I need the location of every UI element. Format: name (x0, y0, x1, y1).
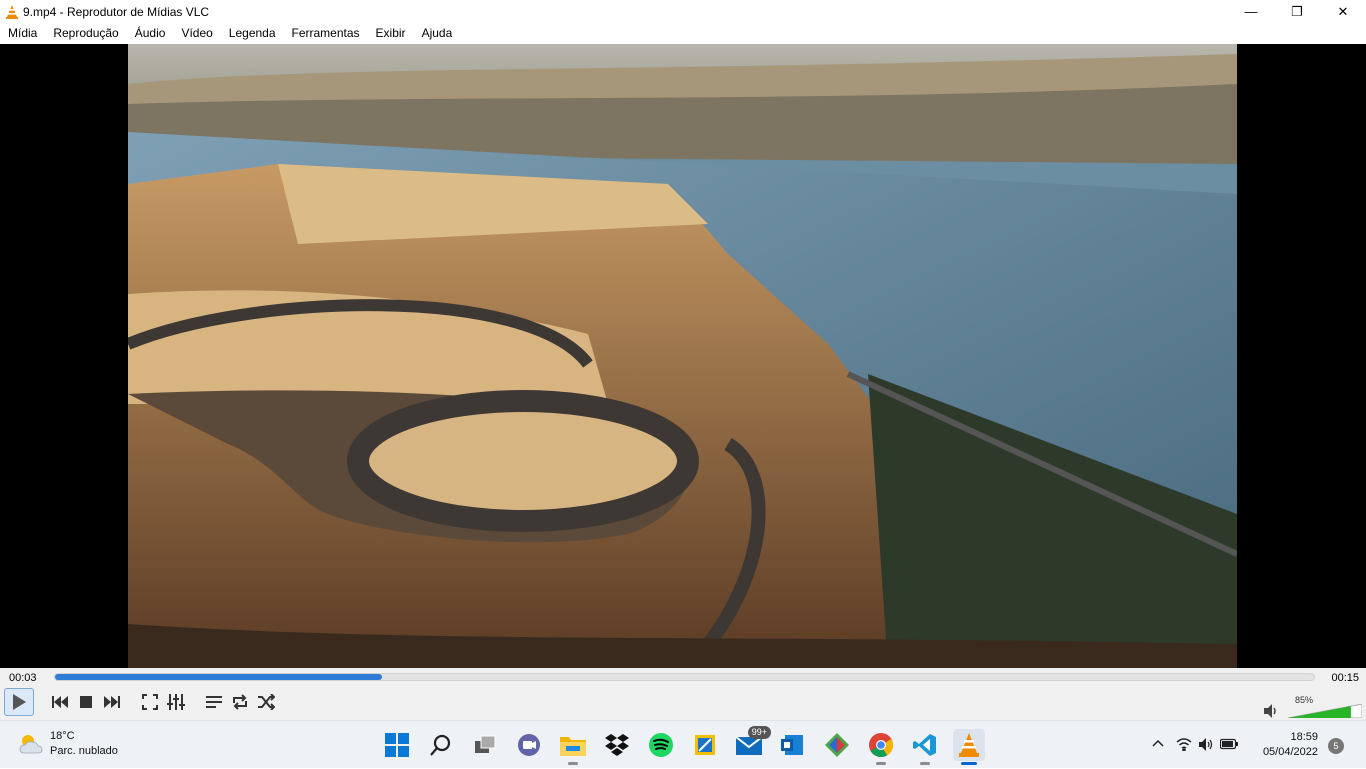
clock-time: 18:59 (1290, 731, 1318, 743)
search-button[interactable] (425, 729, 457, 761)
git-button[interactable] (821, 729, 853, 761)
taskbar: 18°C Parc. nublado 99+ 18:59 05/04/2022 … (0, 720, 1366, 768)
task-view-icon (475, 735, 496, 753)
speaker-icon[interactable] (1264, 704, 1280, 718)
weather-temperature: 18°C (50, 730, 75, 742)
fullscreen-icon (142, 694, 158, 710)
seek-bar-progress (55, 674, 383, 680)
video-area[interactable] (0, 44, 1366, 668)
maximize-button[interactable]: ❐ (1274, 0, 1320, 23)
start-button[interactable] (381, 729, 413, 761)
outlook-icon (781, 735, 803, 755)
loop-icon (233, 694, 247, 710)
title-bar: 9.mp4 - Reprodutor de Mídias VLC — ❐ ✕ (0, 0, 1366, 23)
extended-settings-icon (167, 694, 185, 710)
play-button[interactable] (4, 688, 34, 716)
git-icon (825, 733, 849, 757)
chrome-icon (869, 733, 893, 757)
search-icon (430, 734, 451, 756)
previous-icon (52, 696, 68, 708)
clock-date: 05/04/2022 (1262, 746, 1318, 758)
menu-legenda[interactable]: Legenda (221, 23, 284, 44)
teams-chat-button[interactable] (513, 729, 545, 761)
running-indicator-active (961, 762, 977, 765)
file-explorer-icon (560, 737, 586, 756)
menu-ajuda[interactable]: Ajuda (414, 23, 461, 44)
playlist-button[interactable] (202, 690, 226, 714)
chevron-up-icon[interactable] (1152, 739, 1164, 747)
playlist-icon (206, 696, 222, 708)
running-indicator (876, 762, 886, 765)
windows-start-icon (385, 733, 409, 757)
close-button[interactable]: ✕ (1320, 0, 1366, 23)
file-explorer-button[interactable] (557, 729, 589, 765)
video-frame[interactable] (128, 44, 1237, 668)
shuffle-icon (258, 694, 275, 710)
menu-audio[interactable]: Áudio (127, 23, 174, 44)
menu-exibir[interactable]: Exibir (368, 23, 414, 44)
battery-icon[interactable] (1220, 738, 1238, 750)
menu-midia[interactable]: Mídia (0, 23, 45, 44)
seek-bar[interactable] (54, 673, 1315, 681)
total-time: 00:15 (1331, 672, 1359, 684)
video-landscape-image (128, 44, 1237, 668)
volume-icon[interactable] (1199, 738, 1214, 751)
menu-reproducao[interactable]: Reprodução (45, 23, 126, 44)
mail-unread-badge: 99+ (747, 726, 771, 739)
loop-button[interactable] (228, 690, 252, 714)
playback-controls: 00:03 00:15 85% (0, 668, 1366, 720)
weather-description: Parc. nublado (50, 745, 118, 757)
outlook-button[interactable] (777, 729, 809, 761)
menu-video[interactable]: Vídeo (173, 23, 220, 44)
teams-chat-icon (518, 734, 540, 756)
vscode-icon (913, 734, 936, 756)
previous-button[interactable] (48, 690, 72, 714)
dropbox-button[interactable] (601, 729, 633, 761)
weather-widget[interactable]: 18°C Parc. nublado (18, 729, 118, 759)
stop-icon (80, 696, 92, 708)
window-title: 9.mp4 - Reprodutor de Mídias VLC (23, 4, 210, 19)
spotify-icon (649, 733, 673, 757)
window-controls: — ❐ ✕ (1228, 0, 1366, 23)
vscode-button[interactable] (909, 729, 941, 765)
running-indicator (568, 762, 578, 765)
spotify-button[interactable] (645, 729, 677, 761)
play-icon (13, 694, 26, 710)
vlc-taskbar-button[interactable] (953, 729, 985, 765)
dropbox-icon (605, 734, 629, 756)
next-button[interactable] (100, 690, 124, 714)
volume-slider[interactable] (1288, 704, 1362, 718)
stop-button[interactable] (74, 690, 98, 714)
extended-settings-button[interactable] (164, 690, 188, 714)
menu-bar: Mídia Reprodução Áudio Vídeo Legenda Fer… (0, 23, 1366, 44)
elapsed-time: 00:03 (9, 672, 37, 684)
vlc-cone-icon (6, 4, 18, 19)
chrome-button[interactable] (865, 729, 897, 765)
snip-tool-icon (695, 735, 715, 755)
shuffle-button[interactable] (254, 690, 278, 714)
notification-count[interactable]: 5 (1328, 738, 1344, 754)
fullscreen-button[interactable] (138, 690, 162, 714)
vlc-icon (959, 733, 979, 757)
snip-tool-button[interactable] (689, 729, 721, 761)
task-view-button[interactable] (469, 729, 501, 761)
next-icon (104, 696, 120, 708)
running-indicator (920, 762, 930, 765)
wifi-icon[interactable] (1176, 737, 1192, 751)
clock[interactable]: 18:59 05/04/2022 (1263, 730, 1318, 760)
minimize-button[interactable]: — (1228, 0, 1274, 23)
mail-button[interactable]: 99+ (733, 726, 771, 761)
partly-cloudy-icon (19, 735, 43, 754)
menu-ferramentas[interactable]: Ferramentas (284, 23, 368, 44)
